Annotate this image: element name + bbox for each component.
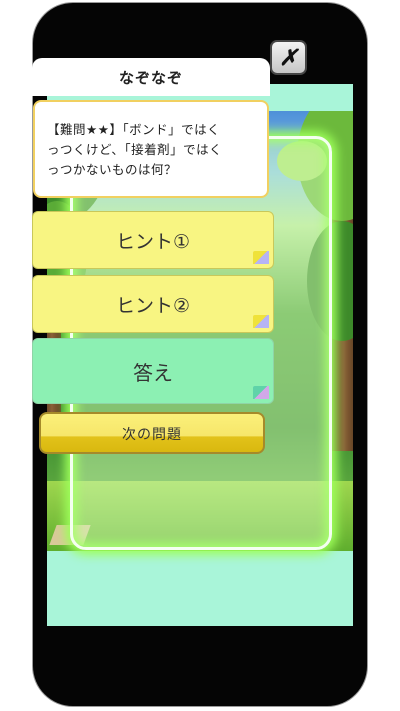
corner-fold-icon [253, 315, 269, 328]
hint-1-button[interactable]: ヒント① [32, 211, 274, 269]
corner-fold-icon [253, 386, 269, 399]
hint-2-button[interactable]: ヒント② [32, 275, 274, 333]
answer-button[interactable]: 答え [32, 338, 274, 404]
question-line: っつくけど、「接着剤」ではく [47, 142, 223, 157]
corner-fold-icon [253, 251, 269, 264]
dialog-title: なぞなぞ [118, 68, 183, 87]
question-line: っつかないものは何？ [47, 162, 178, 177]
close-icon: ✗ [279, 44, 298, 71]
next-question-button[interactable]: 次の問題 [39, 412, 265, 454]
dialog-header: なぞなぞ [32, 58, 270, 96]
next-question-label: 次の問題 [122, 427, 182, 443]
question-line: 【難問★★】「ボンド」ではく [47, 122, 221, 137]
hint-2-label: ヒント② [115, 294, 191, 317]
close-button[interactable]: ✗ [270, 40, 307, 75]
question-box: 【難問★★】「ボンド」ではく っつくけど、「接着剤」ではく っつかないものは何？ [33, 100, 269, 198]
hint-1-label: ヒント① [115, 230, 191, 253]
answer-label: 答え [133, 360, 173, 385]
